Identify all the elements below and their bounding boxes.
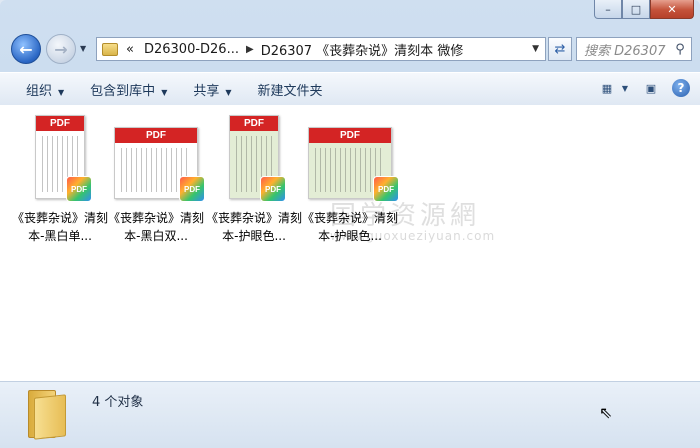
pdf-badge-icon: PDF (179, 176, 205, 202)
address-dropdown-icon[interactable]: ▼ (532, 44, 539, 54)
organize-label: 组织 (26, 83, 53, 99)
view-dropdown-icon[interactable]: ▼ (620, 79, 630, 97)
pdf-badge-icon: PDF (373, 176, 399, 202)
details-pane: 4 个对象 ⇖ (0, 381, 700, 448)
share-menu[interactable]: 共享 ▼ (180, 80, 244, 99)
search-icon[interactable]: ⚲ (669, 42, 691, 57)
maximize-button[interactable]: □ (622, 0, 650, 19)
search-input[interactable]: 搜索 D26307 ... (577, 40, 669, 59)
mouse-cursor-icon: ⇖ (599, 403, 613, 422)
include-library-label: 包含到库中 (90, 83, 156, 99)
breadcrumb-separator-icon[interactable]: ▶ (246, 44, 254, 55)
file-list-pane[interactable]: 国学资源網 www.guoxueziyuan.com PDF PDF 《丧葬杂说… (0, 105, 700, 381)
preview-pane-icon[interactable]: ▣ (642, 79, 660, 97)
folder-front-shape (34, 394, 66, 440)
back-button[interactable]: ← (11, 34, 41, 64)
forward-arrow-icon: → (54, 39, 68, 59)
explorer-window: – □ ✕ ← → ▼ « D26300-D26... ▶ D26307 《丧葬… (0, 0, 700, 448)
file-item[interactable]: PDF PDF 《丧葬杂说》清刻本-黑白单... (12, 113, 108, 245)
file-name: 《丧葬杂说》清刻本-黑白单... (12, 211, 109, 243)
file-name: 《丧葬杂说》清刻本-黑白双... (108, 211, 205, 243)
toolbar-right-group: ▦ ▼ ▣ ? (586, 79, 690, 97)
file-item[interactable]: PDF PDF 《丧葬杂说》清刻本-黑白双... (108, 113, 205, 245)
pdf-band-label: PDF (115, 128, 197, 143)
refresh-button[interactable]: ⇄ (548, 37, 572, 61)
item-count: 4 个对象 (92, 395, 144, 410)
history-dropdown[interactable]: ▼ (80, 44, 86, 53)
pdf-thumbnail: PDF PDF (108, 113, 205, 202)
file-name: 《丧葬杂说》清刻本-护眼色... (302, 211, 399, 243)
navigation-bar: ← → ▼ « D26300-D26... ▶ D26307 《丧葬杂说》清刻本… (0, 30, 700, 68)
back-arrow-icon: ← (19, 39, 33, 59)
new-folder-button[interactable]: 新建文件夹 (245, 80, 336, 99)
view-options-icon[interactable]: ▦ (598, 79, 616, 97)
folder-icon (28, 390, 66, 440)
pdf-page-icon: PDF PDF (308, 127, 399, 202)
breadcrumb-overflow[interactable]: « (126, 42, 134, 57)
organize-menu[interactable]: 组织 ▼ (0, 80, 77, 99)
include-library-menu[interactable]: 包含到库中 ▼ (77, 80, 180, 99)
search-box[interactable]: 搜索 D26307 ... ⚲ (576, 37, 692, 61)
pdf-page-icon: PDF PDF (229, 115, 286, 202)
file-item[interactable]: PDF PDF 《丧葬杂说》清刻本-护眼色... (302, 113, 399, 245)
address-bar[interactable]: « D26300-D26... ▶ D26307 《丧葬杂说》清刻本 微修 ▼ (96, 37, 546, 61)
pdf-thumbnail: PDF PDF (12, 113, 108, 202)
pdf-band-label: PDF (36, 116, 84, 131)
minimize-button[interactable]: – (594, 0, 622, 19)
new-folder-label: 新建文件夹 (257, 83, 323, 99)
caption-buttons: – □ ✕ (594, 0, 694, 19)
pdf-band-label: PDF (230, 116, 278, 131)
forward-button[interactable]: → (46, 34, 76, 64)
file-item[interactable]: PDF PDF 《丧葬杂说》清刻本-护眼色... (206, 113, 302, 245)
breadcrumb-item-current[interactable]: D26307 《丧葬杂说》清刻本 微修 (261, 40, 464, 59)
breadcrumb-item-parent[interactable]: D26300-D26... (144, 42, 239, 57)
pdf-band-label: PDF (309, 128, 391, 143)
pdf-page-icon: PDF PDF (114, 127, 205, 202)
chevron-down-icon: ▼ (161, 87, 168, 97)
chevron-down-icon: ▼ (58, 87, 65, 97)
pdf-badge-icon: PDF (66, 176, 92, 202)
chevron-down-icon: ▼ (225, 87, 232, 97)
help-icon[interactable]: ? (672, 79, 690, 97)
file-name: 《丧葬杂说》清刻本-护眼色... (206, 211, 303, 243)
close-button[interactable]: ✕ (650, 0, 694, 19)
pdf-page-icon: PDF PDF (35, 115, 92, 202)
share-label: 共享 (193, 83, 220, 99)
pdf-thumbnail: PDF PDF (206, 113, 302, 202)
refresh-icon: ⇄ (554, 41, 566, 57)
command-toolbar: 组织 ▼ 包含到库中 ▼ 共享 ▼ 新建文件夹 ▦ ▼ ▣ ? (0, 72, 700, 106)
pdf-badge-icon: PDF (260, 176, 286, 202)
pdf-thumbnail: PDF PDF (302, 113, 399, 202)
folder-icon (102, 42, 118, 56)
